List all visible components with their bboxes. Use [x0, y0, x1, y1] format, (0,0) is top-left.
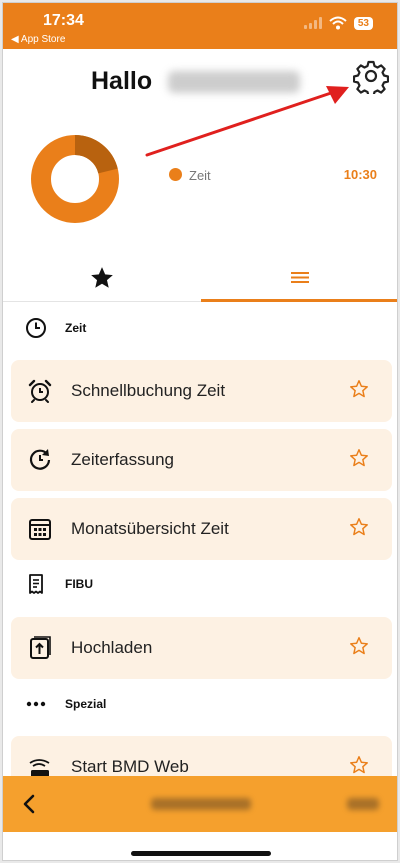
bottom-navigation-bar [3, 776, 397, 832]
section-label: Zeit [65, 321, 87, 335]
wifi-icon [329, 16, 347, 30]
time-donut-chart [31, 135, 119, 223]
favorite-star-icon[interactable] [348, 635, 370, 657]
status-time: 17:34 [43, 12, 84, 29]
settings-gear-icon[interactable] [353, 58, 389, 94]
status-icons: 53 [303, 16, 373, 30]
upload-icon [30, 636, 51, 659]
menu-item-hochladen[interactable]: Hochladen [11, 617, 392, 679]
favorite-star-icon[interactable] [348, 378, 370, 400]
menu-item-monatsuebersicht-zeit[interactable]: Monatsübersicht Zeit [11, 498, 392, 560]
clock-refresh-icon [29, 449, 51, 470]
menu-icon [291, 271, 309, 283]
favorite-star-icon[interactable] [348, 516, 370, 538]
tab-bar [3, 254, 397, 302]
back-to-app-store-link[interactable]: ◀ App Store [11, 34, 65, 45]
home-indicator[interactable] [131, 851, 271, 856]
favorite-star-icon[interactable] [348, 447, 370, 469]
section-header-fibu: FIBU [25, 573, 93, 595]
calendar-icon [29, 519, 51, 540]
app-screen: 17:34 ◀ App Store 53 Hallo Zeit 10:30 Ze… [2, 2, 398, 861]
section-label: FIBU [65, 577, 93, 591]
menu-item-zeiterfassung[interactable]: Zeiterfassung [11, 429, 392, 491]
battery-indicator: 53 [353, 16, 373, 30]
redacted-footer-code [347, 798, 379, 810]
menu-item-label: Zeiterfassung [71, 450, 174, 469]
section-header-zeit: Zeit [25, 317, 86, 339]
menu-item-label: Schnellbuchung Zeit [71, 381, 226, 400]
legend-color-dot [169, 168, 182, 181]
legend-label: Zeit [189, 168, 211, 183]
tab-favorites[interactable] [3, 254, 201, 302]
menu-item-label: Hochladen [71, 638, 153, 657]
redacted-footer-text [151, 798, 251, 810]
section-header-spezial: Spezial [25, 693, 106, 715]
menu-item-label: Monatsübersicht Zeit [71, 519, 229, 538]
annotation-arrow [145, 86, 349, 157]
star-filled-icon [91, 267, 113, 288]
legend-value: 10:30 [343, 167, 377, 182]
donut-highlight-segment [74, 135, 118, 174]
menu-item-schnellbuchung-zeit[interactable]: Schnellbuchung Zeit [11, 360, 392, 422]
section-label: Spezial [65, 697, 107, 711]
clock-icon [26, 318, 46, 338]
menu-item-label: Start BMD Web [71, 757, 189, 776]
favorite-star-icon[interactable] [348, 754, 370, 776]
more-dots-icon [26, 701, 46, 707]
alarm-clock-icon [28, 379, 52, 403]
tab-menu[interactable] [201, 254, 397, 302]
receipt-icon [29, 574, 43, 594]
back-chevron-icon[interactable] [17, 791, 43, 817]
cellular-signal-icon [303, 17, 322, 29]
status-bar: 17:34 ◀ App Store 53 [3, 3, 397, 49]
